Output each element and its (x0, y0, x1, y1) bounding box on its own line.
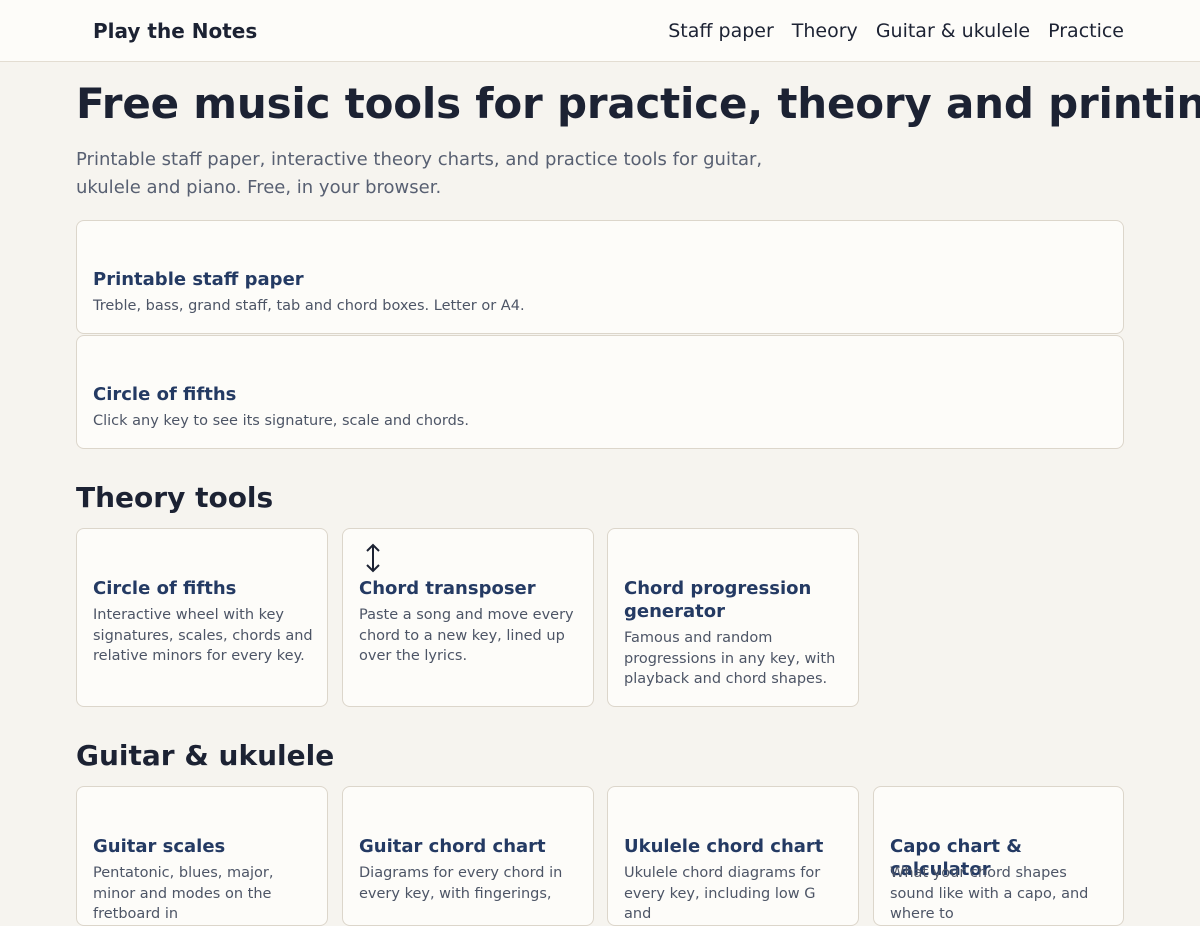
tool-card-chord-progression-generator[interactable]: Chord progression generator Famous and r… (607, 528, 859, 707)
section-title-guitar-ukulele: Guitar & ukulele (76, 739, 335, 772)
featured-card-circle-of-fifths[interactable]: Circle of fifths Click any key to see it… (76, 335, 1124, 449)
featured-card-title: Printable staff paper (93, 269, 304, 290)
tool-card-description: Interactive wheel with key signatures, s… (93, 607, 313, 664)
nav-link-guitar-ukulele[interactable]: Guitar & ukulele (876, 18, 1030, 44)
tool-card-title: Chord transposer (359, 578, 536, 599)
tool-card-guitar-chord-chart[interactable]: Guitar chord chart Diagrams for every ch… (342, 786, 594, 926)
tool-card-description: Diagrams for every chord in every key, w… (359, 865, 563, 902)
nav-link-theory[interactable]: Theory (792, 18, 858, 44)
page-title: Free music tools for practice, theory an… (76, 79, 1200, 128)
tool-card-circle-of-fifths[interactable]: Circle of fifths Interactive wheel with … (76, 528, 328, 707)
tool-card-description: Ukulele chord diagrams for every key, in… (624, 865, 821, 922)
up-down-arrow-icon (359, 541, 387, 575)
nav-link-practice[interactable]: Practice (1048, 18, 1124, 44)
site-brand-logo[interactable]: Play the Notes (93, 18, 257, 44)
tool-card-chord-transposer[interactable]: Chord transposer Paste a song and move e… (342, 528, 594, 707)
tool-card-ukulele-chord-chart[interactable]: Ukulele chord chart Ukulele chord diagra… (607, 786, 859, 926)
featured-card-description: Treble, bass, grand staff, tab and chord… (93, 298, 525, 314)
tool-card-capo-chart-calculator[interactable]: Capo chart & calculator What your chord … (873, 786, 1124, 926)
main-nav: Staff paper Theory Guitar & ukulele Prac… (668, 18, 1124, 44)
tool-card-title: Guitar scales (93, 836, 226, 857)
tool-card-description: What your chord shapes sound like with a… (890, 865, 1089, 922)
tool-card-title: Ukulele chord chart (624, 836, 824, 857)
featured-card-description: Click any key to see its signature, scal… (93, 413, 469, 429)
nav-link-staff-paper[interactable]: Staff paper (668, 18, 774, 44)
tool-card-title: Circle of fifths (93, 578, 237, 599)
tool-card-description: Famous and random progressions in any ke… (624, 630, 836, 687)
tool-card-title: Chord progression generator (624, 578, 812, 622)
section-title-theory-tools: Theory tools (76, 481, 274, 514)
featured-card-title: Circle of fifths (93, 384, 237, 405)
tool-card-description: Pentatonic, blues, major, minor and mode… (93, 865, 274, 922)
page-subtitle: Printable staff paper, interactive theor… (76, 149, 763, 198)
tool-card-guitar-scales[interactable]: Guitar scales Pentatonic, blues, major, … (76, 786, 328, 926)
top-navigation-bar: Play the Notes Staff paper Theory Guitar… (0, 0, 1200, 62)
tool-card-description: Paste a song and move every chord to a n… (359, 607, 574, 664)
featured-card-staff-paper[interactable]: Printable staff paper Treble, bass, gran… (76, 220, 1124, 334)
tool-card-title: Guitar chord chart (359, 836, 546, 857)
